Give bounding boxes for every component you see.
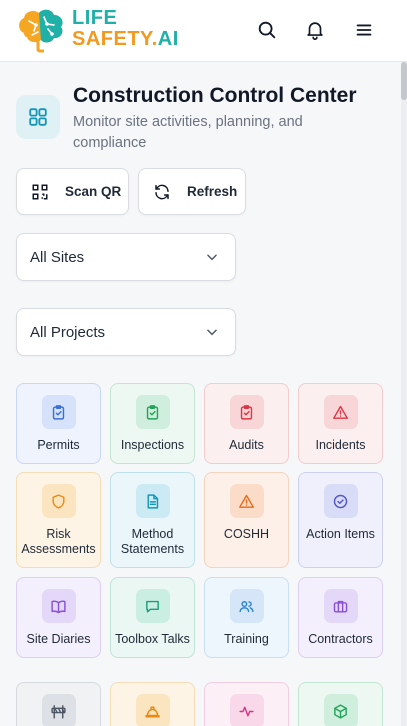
dashboard-grid-icon [16, 95, 60, 139]
module-tile-label: Contractors [308, 632, 373, 646]
module-tile-contractors[interactable]: Contractors [298, 577, 383, 658]
module-tile-label: Toolbox Talks [115, 632, 190, 646]
module-tile-method-statements[interactable]: Method Statements [110, 472, 195, 568]
module-tile-incidents[interactable]: Incidents [298, 383, 383, 464]
clipboard-check-icon [41, 395, 76, 429]
site-select[interactable]: All Sites [16, 233, 236, 281]
module-tile-audits[interactable]: Audits [204, 383, 289, 464]
module-tile-training[interactable]: Training [204, 577, 289, 658]
bell-icon[interactable] [304, 19, 326, 41]
module-tile-label: Method Statements [120, 527, 185, 556]
module-tile-permits[interactable]: Permits [16, 383, 101, 464]
scrollbar-track[interactable] [401, 62, 407, 726]
module-tile-coshh[interactable]: COSHH [204, 472, 289, 568]
brand-logo-text: LIFE SAFETY.AI [72, 7, 179, 50]
chevron-down-icon [207, 329, 217, 336]
module-tile-inspections[interactable]: Inspections [110, 383, 195, 464]
module-tile-module-13[interactable] [16, 682, 101, 726]
module-tile-label: Permits [37, 438, 80, 452]
barrier-icon [41, 694, 76, 726]
project-select[interactable]: All Projects [16, 308, 236, 356]
page-subtitle: Monitor site activities, planning, and c… [73, 114, 303, 151]
module-tile-module-15[interactable] [204, 682, 289, 726]
check-circle-icon [323, 484, 358, 518]
qr-code-icon [32, 184, 48, 199]
site-select-value: All Sites [30, 248, 85, 266]
module-tile-label: Site Diaries [26, 632, 91, 646]
shield-icon [41, 484, 76, 518]
clipboard-check-icon [229, 395, 264, 429]
alert-triangle-icon [229, 484, 264, 518]
module-tile-module-16[interactable] [298, 682, 383, 726]
refresh-button[interactable]: Refresh [138, 168, 246, 215]
module-tile-risk-assessments[interactable]: Risk Assessments [16, 472, 101, 568]
top-bar: LIFE SAFETY.AI [0, 0, 407, 62]
box-icon [323, 694, 358, 726]
module-tile-toolbox-talks[interactable]: Toolbox Talks [110, 577, 195, 658]
chevron-down-icon [207, 254, 217, 261]
module-tile-label: Inspections [120, 438, 185, 452]
users-icon [229, 589, 264, 623]
brain-logo-icon [19, 9, 63, 53]
refresh-label: Refresh [187, 184, 238, 199]
refresh-icon [155, 184, 169, 199]
scan-qr-label: Scan QR [65, 184, 122, 199]
module-tile-module-14[interactable] [110, 682, 195, 726]
module-tile-label: Audits [229, 438, 264, 452]
activity-icon [229, 694, 264, 726]
module-tile-action-items[interactable]: Action Items [298, 472, 383, 568]
module-tile-label: Training [224, 632, 269, 646]
clipboard-check-icon [135, 395, 170, 429]
scan-qr-button[interactable]: Scan QR [16, 168, 129, 215]
hard-hat-icon [135, 694, 170, 726]
search-icon[interactable] [256, 19, 278, 41]
module-tile-site-diaries[interactable]: Site Diaries [16, 577, 101, 658]
module-tile-label: COSHH [223, 527, 270, 541]
document-icon [135, 484, 170, 518]
scrollbar-thumb[interactable] [401, 62, 407, 100]
briefcase-icon [323, 589, 358, 623]
page-title: Construction Control Center [73, 84, 357, 107]
alert-triangle-icon [323, 395, 358, 429]
project-select-value: All Projects [30, 323, 106, 341]
module-tile-label: Action Items [306, 527, 375, 541]
book-icon [41, 589, 76, 623]
menu-icon[interactable] [353, 19, 375, 41]
module-tile-label: Incidents [315, 438, 366, 452]
module-tile-label: Risk Assessments [21, 527, 96, 556]
message-icon [135, 589, 170, 623]
